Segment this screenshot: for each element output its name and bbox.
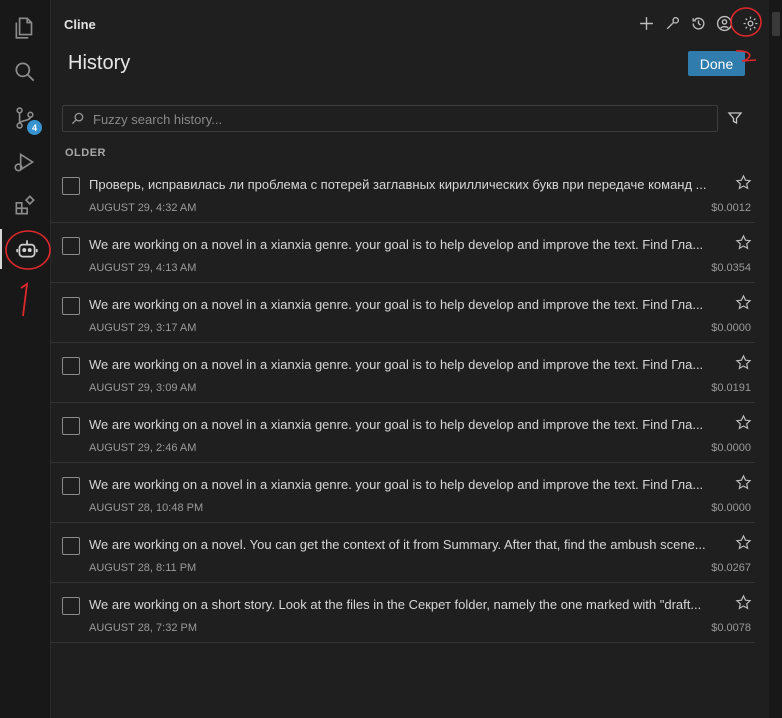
select-checkbox[interactable] (62, 537, 80, 555)
task-text: We are working on a novel. You can get t… (89, 537, 706, 552)
history-item[interactable]: We are working on a novel in a xianxia g… (51, 283, 755, 343)
task-text: We are working on a novel in a xianxia g… (89, 477, 704, 492)
select-checkbox[interactable] (62, 297, 80, 315)
task-date: AUGUST 28, 7:32 PM (89, 622, 198, 634)
select-checkbox[interactable] (62, 237, 80, 255)
star-icon[interactable] (735, 474, 752, 491)
search-box (62, 105, 718, 132)
task-text: Проверь, исправилась ли проблема с потер… (89, 177, 707, 192)
star-icon[interactable] (735, 174, 752, 191)
activity-bar: 4 (0, 0, 51, 718)
history-item[interactable]: We are working on a short story. Look at… (51, 583, 755, 643)
task-cost: $0.0000 (711, 322, 751, 334)
task-cost: $0.0354 (711, 262, 751, 274)
done-button[interactable]: Done (688, 51, 745, 76)
task-text: We are working on a novel in a xianxia g… (89, 417, 704, 432)
task-cost: $0.0012 (711, 202, 751, 214)
task-text: We are working on a novel in a xianxia g… (89, 357, 704, 372)
app-title: Cline (64, 17, 96, 32)
task-text: We are working on a novel in a xianxia g… (89, 237, 704, 252)
select-checkbox[interactable] (62, 417, 80, 435)
extensions-icon[interactable] (0, 185, 50, 225)
cline-panel: Cline History Done OLDER Проверь, исправ… (51, 0, 769, 718)
search-icon[interactable] (0, 52, 50, 92)
select-checkbox[interactable] (62, 357, 80, 375)
task-cost: $0.0191 (711, 382, 751, 394)
task-date: AUGUST 29, 3:17 AM (89, 322, 197, 334)
run-debug-icon[interactable] (0, 142, 50, 182)
select-checkbox[interactable] (62, 597, 80, 615)
filter-icon[interactable] (727, 110, 743, 126)
task-date: AUGUST 29, 3:09 AM (89, 382, 197, 394)
select-checkbox[interactable] (62, 477, 80, 495)
star-icon[interactable] (735, 294, 752, 311)
task-cost: $0.0000 (711, 502, 751, 514)
scm-badge: 4 (27, 120, 42, 135)
star-icon[interactable] (735, 414, 752, 431)
star-icon[interactable] (735, 594, 752, 611)
task-text: We are working on a short story. Look at… (89, 597, 702, 612)
settings-icon[interactable] (741, 12, 759, 34)
explorer-icon[interactable] (0, 8, 50, 48)
header-toolbar (637, 12, 759, 34)
search-input[interactable] (91, 109, 705, 130)
history-item[interactable]: We are working on a novel in a xianxia g… (51, 223, 755, 283)
history-item[interactable]: We are working on a novel in a xianxia g… (51, 403, 755, 463)
task-date: AUGUST 29, 2:46 AM (89, 442, 197, 454)
history-item[interactable]: Проверь, исправилась ли проблема с потер… (51, 163, 755, 223)
task-date: AUGUST 28, 10:48 PM (89, 502, 204, 514)
cline-robot-icon[interactable] (0, 229, 52, 269)
task-cost: $0.0078 (711, 622, 751, 634)
history-item[interactable]: We are working on a novel in a xianxia g… (51, 343, 755, 403)
history-item[interactable]: We are working on a novel. You can get t… (51, 523, 755, 583)
select-checkbox[interactable] (62, 177, 80, 195)
task-date: AUGUST 29, 4:32 AM (89, 202, 197, 214)
section-label: OLDER (65, 147, 106, 159)
star-icon[interactable] (735, 354, 752, 371)
history-list: Проверь, исправилась ли проблема с потер… (51, 163, 755, 643)
right-edge (769, 0, 782, 718)
history-icon[interactable] (689, 12, 707, 34)
task-date: AUGUST 28, 8:11 PM (89, 562, 197, 574)
mcp-server-icon[interactable] (663, 12, 681, 34)
source-control-icon[interactable]: 4 (0, 98, 50, 138)
task-text: We are working on a novel in a xianxia g… (89, 297, 704, 312)
task-cost: $0.0267 (711, 562, 751, 574)
star-icon[interactable] (735, 534, 752, 551)
plus-icon[interactable] (637, 12, 655, 34)
search-field-icon (71, 112, 84, 125)
account-icon[interactable] (715, 12, 733, 34)
page-title: History (68, 52, 131, 74)
task-cost: $0.0000 (711, 442, 751, 454)
edge-tab (772, 12, 780, 36)
history-item[interactable]: We are working on a novel in a xianxia g… (51, 463, 755, 523)
task-date: AUGUST 29, 4:13 AM (89, 262, 197, 274)
star-icon[interactable] (735, 234, 752, 251)
panel-header: Cline (51, 0, 769, 46)
